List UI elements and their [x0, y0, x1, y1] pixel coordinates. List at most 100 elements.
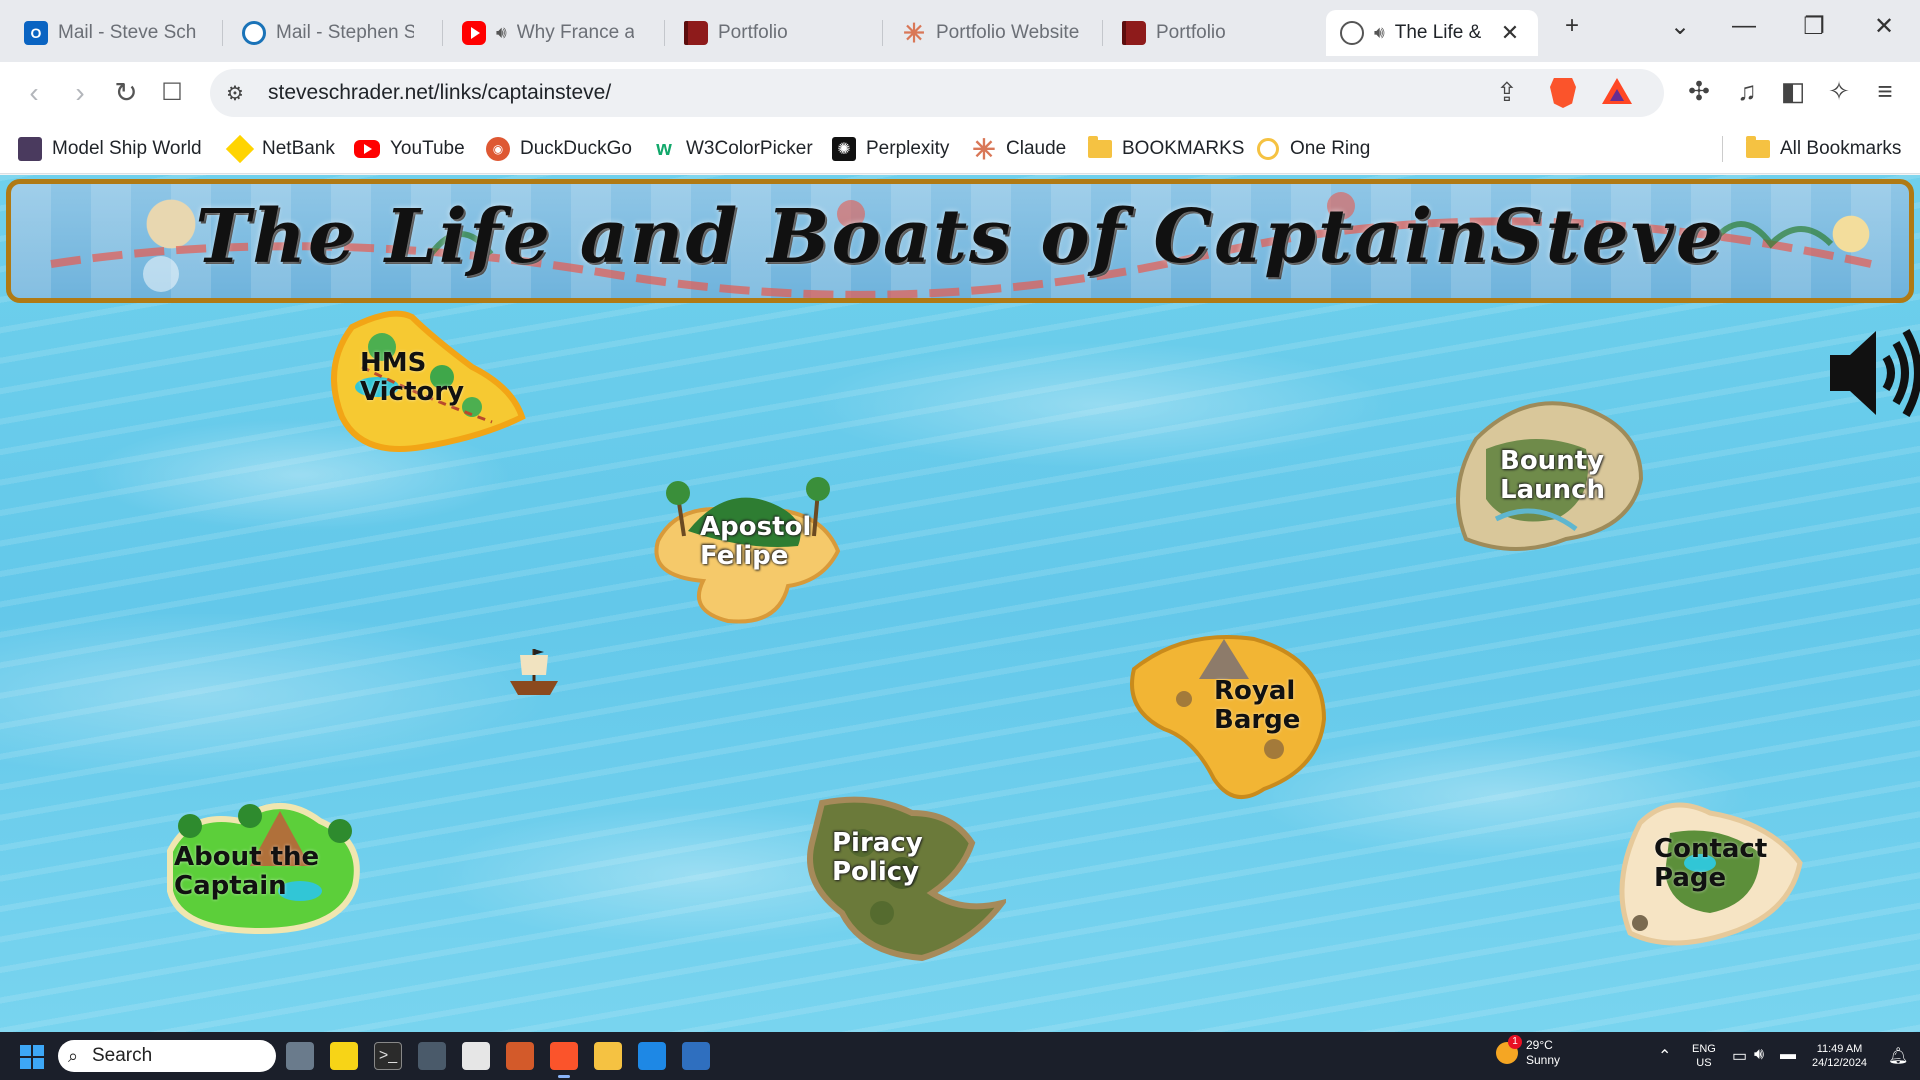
brave-rewards-icon[interactable] [1602, 78, 1632, 104]
tab-search-chevron-icon[interactable]: ⌄ [1660, 12, 1700, 41]
search-icon: ⌕ [68, 1046, 79, 1066]
bookmark-perplexity[interactable]: ✺ Perplexity [832, 134, 949, 164]
extensions-icon[interactable]: ✣ [1682, 76, 1716, 107]
brave-shields-icon[interactable] [1550, 78, 1576, 108]
bookmark-netbank[interactable]: NetBank [225, 134, 335, 164]
menu-icon[interactable]: ≡ [1868, 76, 1902, 107]
language-indicator[interactable]: ENG US [1692, 1042, 1716, 1070]
battery-icon[interactable]: ▬ [1780, 1046, 1796, 1064]
taskbar-search-box[interactable]: ⌕ Search [58, 1040, 276, 1072]
tab-youtube[interactable]: 🔊︎ Why France a [448, 10, 648, 56]
taskbar-app-brave-icon[interactable] [550, 1042, 578, 1078]
taskbar-app-files-icon[interactable] [286, 1042, 314, 1070]
tab-title: Why France a [516, 22, 634, 43]
close-window-button[interactable]: ✕ [1864, 12, 1904, 41]
close-tab-icon[interactable]: ✕ [1501, 20, 1519, 46]
folder-icon [1088, 136, 1112, 161]
share-icon[interactable]: ⇪ [1496, 77, 1518, 108]
bookmark-youtube[interactable]: YouTube [354, 134, 465, 164]
bookmark-folder-bookmarks[interactable]: BOOKMARKS [1088, 134, 1244, 164]
tab-mail-stephen[interactable]: Mail - Stephen Sc [228, 10, 428, 56]
restore-button[interactable]: ❐ [1794, 12, 1834, 41]
island-hms-victory[interactable]: HMSHMSVictory [322, 307, 528, 457]
taskbar-app-file-explorer-icon[interactable] [594, 1042, 622, 1070]
tab-mail-steve[interactable]: O Mail - Steve Schra [10, 10, 210, 56]
island-label: Piracy Policy [832, 828, 923, 887]
bookmark-label: Model Ship World [52, 138, 202, 159]
address-bar[interactable]: ⚙ steveschrader.net/links/captainsteve/ … [210, 69, 1664, 117]
tray-chevron-up-icon[interactable]: ⌃ [1658, 1046, 1671, 1066]
tab-title: Mail - Steve Schra [58, 22, 196, 43]
taskbar-app-notepad-icon[interactable] [682, 1042, 710, 1070]
tab-separator [882, 20, 883, 46]
island-apostol-felipe[interactable]: Apostol Felipe [648, 471, 844, 631]
start-button[interactable] [20, 1045, 44, 1069]
island-label: Royal Barge [1214, 676, 1301, 735]
island-label: Apostol Felipe [700, 512, 812, 571]
taskbar-app-vscode-icon[interactable] [638, 1042, 666, 1070]
back-button[interactable]: ‹ [16, 76, 52, 110]
youtube-icon [462, 21, 486, 45]
folder-icon [1746, 136, 1770, 161]
tab-portfolio-1[interactable]: Portfolio [670, 10, 880, 56]
bookmark-label: One Ring [1290, 138, 1371, 159]
model-ship-world-icon [18, 137, 42, 161]
tab-title: The Life & [1394, 22, 1482, 43]
mail-icon [242, 21, 266, 45]
sidebar-icon[interactable]: ◧ [1776, 76, 1810, 107]
tab-title: Portfolio Website [936, 22, 1080, 43]
bookmark-label: BOOKMARKS [1122, 138, 1245, 159]
tab-separator [1102, 20, 1103, 46]
site-settings-icon[interactable]: ⚙ [226, 81, 244, 106]
book-icon [684, 21, 708, 45]
island-piracy-policy[interactable]: Piracy Policy [802, 793, 1010, 963]
island-label: Bounty Launch [1500, 446, 1606, 505]
bookmark-label: YouTube [390, 138, 465, 159]
ring-icon [1256, 137, 1280, 161]
bookmark-model-ship-world[interactable]: Model Ship World [18, 134, 202, 164]
reload-button[interactable]: ↻ [108, 76, 144, 110]
clock-date: 24/12/2024 [1812, 1057, 1868, 1069]
island-bounty-launch[interactable]: Bounty Launch [1446, 389, 1646, 569]
bookmark-duckduckgo[interactable]: ◉ DuckDuckGo [486, 134, 632, 164]
claude-icon: ✳ [903, 17, 925, 48]
bookmarks-divider [1722, 136, 1723, 162]
forward-button[interactable]: › [62, 76, 98, 110]
new-tab-button[interactable]: + [1552, 12, 1592, 40]
taskbar-app-terminal-icon[interactable]: >_ [374, 1042, 402, 1070]
weather-widget[interactable]: 1 29°C Sunny [1496, 1035, 1560, 1068]
island-contact-page[interactable]: Contact Page [1610, 793, 1806, 953]
bookmark-w3colorpicker[interactable]: w W3ColorPicker [652, 134, 812, 164]
volume-icon[interactable]: 🔊︎ [1754, 1046, 1764, 1064]
audio-playing-icon[interactable]: 🔊︎ [1374, 23, 1385, 43]
island-about-the-captain[interactable]: About the Captain [160, 791, 366, 941]
sound-toggle-icon[interactable] [1828, 323, 1920, 423]
tab-portfolio-website[interactable]: ✳ Portfolio Website [888, 10, 1098, 56]
tab-the-life-active[interactable]: 🔊︎ The Life & ✕ [1326, 10, 1538, 56]
bookmark-claude[interactable]: ✳ Claude [972, 134, 1066, 165]
leo-ai-icon[interactable]: ✧ [1822, 76, 1856, 107]
perplexity-icon: ✺ [832, 137, 856, 161]
network-icon[interactable]: ▭ [1732, 1046, 1747, 1066]
taskbar-app-sticky-notes-icon[interactable] [330, 1042, 358, 1070]
clock[interactable]: 11:49 AM 24/12/2024 [1812, 1042, 1867, 1070]
minimize-button[interactable]: — [1724, 12, 1764, 40]
all-bookmarks-label: All Bookmarks [1780, 138, 1902, 159]
all-bookmarks-button[interactable]: All Bookmarks [1746, 134, 1901, 164]
island-royal-barge[interactable]: Royal Barge [1124, 629, 1328, 805]
tab-portfolio-2[interactable]: Portfolio [1108, 10, 1318, 56]
island-label: HMSHMSVictory [360, 348, 465, 407]
taskbar-app-media-player-icon[interactable] [506, 1042, 534, 1070]
media-controls-icon[interactable]: ♫ [1730, 76, 1764, 107]
url-text[interactable]: steveschrader.net/links/captainsteve/ [268, 81, 611, 105]
taskbar-app-calculator-icon[interactable] [418, 1042, 446, 1070]
weather-temp: 29°C [1526, 1038, 1553, 1052]
bookmark-one-ring[interactable]: One Ring [1256, 134, 1370, 164]
title-banner: The Life and Boats of CaptainSteve [6, 179, 1914, 303]
island-label: Contact Page [1654, 834, 1768, 893]
audio-playing-icon[interactable]: 🔊︎ [496, 23, 507, 43]
clock-time: 11:49 AM [1816, 1043, 1863, 1055]
notifications-bell-icon[interactable]: 🔔︎ [1888, 1046, 1908, 1066]
bookmark-page-button[interactable]: ☐ [154, 76, 190, 110]
taskbar-app-snipping-tool-icon[interactable] [462, 1042, 490, 1070]
